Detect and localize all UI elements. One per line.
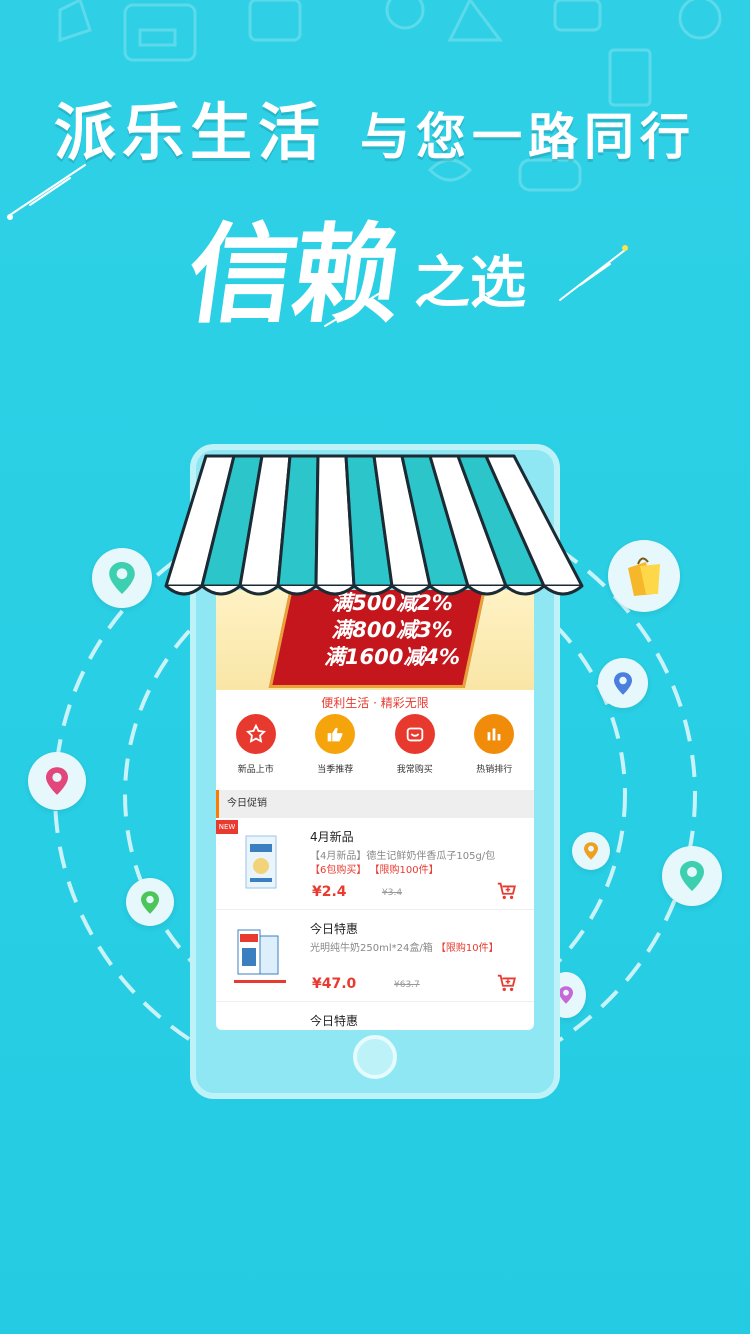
phone-screen: 满500减2% 满800减3% 满1600减4% 便利生活 · 精彩无限 新品上… [216, 590, 534, 1030]
thumbs-up-icon [315, 714, 356, 754]
promo-banner[interactable]: 满500减2% 满800减3% 满1600减4% [216, 590, 534, 690]
shortcut-label: 我常购买 [396, 765, 433, 775]
headline-part2: 与您一路同行 [360, 108, 696, 166]
headline: 派乐生活 与您一路同行 [0, 82, 750, 172]
shortcut-label: 热销排行 [476, 765, 513, 775]
shortcut-new-arrivals[interactable]: 新品上市 [216, 714, 296, 782]
home-button[interactable] [353, 1035, 397, 1079]
sub-headline-big: 信赖 [179, 213, 406, 338]
product-price: ¥2.4 [312, 884, 347, 900]
banner-line: 满800减3% [331, 618, 453, 642]
location-pin-icon [662, 846, 722, 906]
add-to-cart-icon[interactable] [496, 880, 518, 902]
star-icon [235, 714, 276, 754]
section-title: 今日促销 [216, 790, 534, 818]
banner-line: 满1600减4% [323, 645, 461, 669]
product-desc-text: 光明纯牛奶250ml*24盒/箱 [310, 943, 433, 954]
product-title: 今日特惠 [310, 922, 359, 936]
product-title: 4月新品 [310, 830, 354, 844]
product-price: ¥47.0 [312, 976, 357, 992]
location-pin-icon [572, 832, 610, 870]
shortcut-seasonal[interactable]: 当季推荐 [296, 714, 376, 782]
product-tags: 【6包购买】 【限购100件】 [310, 865, 439, 876]
product-card[interactable]: 今日特惠 [216, 1004, 534, 1030]
product-tags: 【限购10件】 [435, 943, 499, 954]
shortcut-label: 当季推荐 [317, 765, 354, 775]
bar-chart-icon [474, 714, 515, 754]
location-pin-icon [92, 548, 152, 608]
product-image [234, 929, 286, 983]
location-pin-icon [28, 752, 86, 810]
store-awning [164, 454, 584, 596]
product-old-price: ¥3.4 [382, 888, 403, 898]
product-card[interactable]: 今日特惠 光明纯牛奶250ml*24盒/箱 【限购10件】 ¥47.0 ¥63.… [216, 912, 534, 1002]
banner-lines: 满500减2% 满800减3% 满1600减4% [302, 590, 482, 671]
sub-headline: 信赖 之选 [180, 188, 527, 344]
product-desc-text: 【4月新品】德生记鲜奶伴香瓜子105g/包 [310, 851, 496, 862]
shopping-bag-icon [608, 540, 680, 612]
product-title: 今日特惠 [310, 1014, 359, 1028]
product-image [245, 835, 277, 889]
headline-part1: 派乐生活 [53, 96, 326, 169]
add-to-cart-icon[interactable] [496, 972, 518, 994]
sub-headline-small: 之选 [414, 251, 527, 316]
location-pin-icon [598, 658, 648, 708]
shortcut-frequent[interactable]: 我常购买 [375, 714, 455, 782]
shortcut-bar: 新品上市 当季推荐 我常购买 热销排行 [216, 714, 534, 782]
slogan: 便利生活 · 精彩无限 [321, 696, 429, 710]
product-old-price: ¥63.7 [394, 980, 420, 990]
product-desc: 光明纯牛奶250ml*24盒/箱 【限购10件】 [310, 942, 522, 956]
basket-icon [394, 714, 435, 754]
product-desc: 【4月新品】德生记鲜奶伴香瓜子105g/包 【6包购买】 【限购100件】 [310, 850, 522, 878]
location-pin-icon [126, 878, 174, 926]
product-card[interactable]: NEW 4月新品 【4月新品】德生记鲜奶伴香瓜子105g/包 【6包购买】 【限… [216, 820, 534, 910]
shortcut-label: 新品上市 [237, 765, 274, 775]
shortcut-hot-ranking[interactable]: 热销排行 [455, 714, 535, 782]
